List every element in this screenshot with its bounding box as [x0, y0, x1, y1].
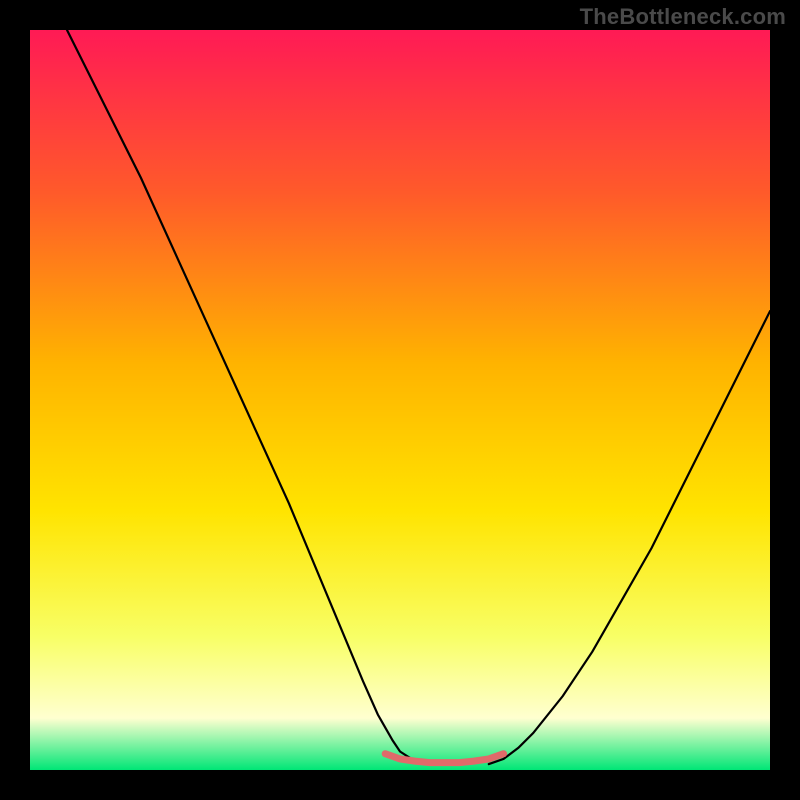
plot-area	[30, 30, 770, 770]
curve-floor-segment	[385, 754, 503, 763]
curve-layer	[30, 30, 770, 770]
chart-frame: TheBottleneck.com	[0, 0, 800, 800]
watermark-text: TheBottleneck.com	[580, 4, 786, 30]
curve-right-branch	[489, 311, 770, 764]
curve-left-branch	[67, 30, 430, 764]
